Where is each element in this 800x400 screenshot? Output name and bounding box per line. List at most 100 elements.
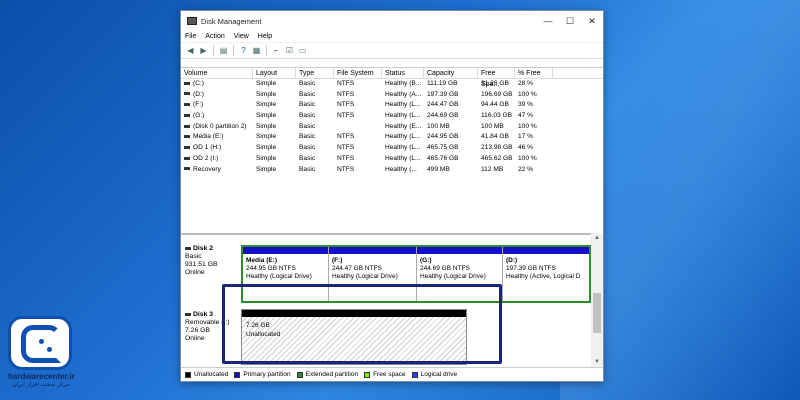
disk2-info[interactable]: Disk 2 Basic 931.51 GB Online xyxy=(185,245,237,277)
cell-percent-free: 22 % xyxy=(518,165,534,173)
cell-file-system xyxy=(334,122,382,133)
scroll-up-arrow-icon[interactable]: ▲ xyxy=(591,233,603,243)
cell-type: Basic xyxy=(299,165,316,173)
table-row[interactable]: Media (E:) Simple Basic NTFS Healthy (L... 24… xyxy=(181,132,603,143)
legend-swatch xyxy=(296,371,303,378)
cell-free-space: 465.62 GB xyxy=(481,154,513,162)
maximize-button[interactable]: ☐ xyxy=(559,11,581,31)
cell-file-system: NTFS xyxy=(337,133,355,141)
window-title: Disk Management xyxy=(201,16,262,26)
cell-percent-free: 46 % xyxy=(518,144,534,152)
cell-status: Healthy (A... xyxy=(385,90,422,98)
legend-swatch xyxy=(234,371,241,378)
disk3-name: Disk 3 xyxy=(193,311,214,318)
cell-status: Healthy (E... xyxy=(385,122,422,130)
cell-type: Basic xyxy=(299,112,316,120)
volume-icon xyxy=(184,92,190,96)
cell-capacity: 244.95 GB xyxy=(427,133,459,141)
cell-percent-free: 28 % xyxy=(518,80,534,87)
cell-layout: Simple xyxy=(256,154,277,162)
cell-percent-free: 100 % xyxy=(518,90,537,98)
cell-status: Healthy (L... xyxy=(385,144,421,152)
disk2-name: Disk 2 xyxy=(193,245,214,252)
cell-file-system: NTFS xyxy=(337,90,355,98)
hardwarecenter-logo xyxy=(8,316,72,370)
cell-layout: Simple xyxy=(256,165,277,173)
back-arrow-icon[interactable]: ◀ xyxy=(185,45,196,56)
properties-icon[interactable]: ▦ xyxy=(251,45,262,56)
cell-volume: (F:) xyxy=(181,100,253,111)
table-row[interactable]: (F:) Simple Basic NTFS Healthy (L... 244.47 G… xyxy=(181,100,603,111)
volume-name: OD 2 (I:) xyxy=(193,154,219,162)
disk2-size: 931.51 GB xyxy=(185,261,218,268)
cell-capacity: 499 MB xyxy=(427,165,450,173)
menu-file[interactable]: File xyxy=(185,33,196,40)
close-button[interactable]: ✕ xyxy=(581,11,603,31)
partition-status: Healthy (Logical Drive) xyxy=(246,273,312,280)
cell-volume: OD 2 (I:) xyxy=(181,154,253,165)
connect-icon[interactable]: ⌐ xyxy=(271,45,282,56)
checklist-icon[interactable]: ☑ xyxy=(284,45,295,56)
partition-d[interactable]: (D:) 197.39 GB NTFS Healthy (Active, Log… xyxy=(503,247,589,301)
disk2-type: Basic xyxy=(185,253,202,260)
cell-layout: Simple xyxy=(256,80,277,87)
legend-logical-drive: Logical drive xyxy=(411,371,457,378)
legend-swatch xyxy=(411,371,418,378)
col-type[interactable]: Type xyxy=(296,68,334,78)
menu-help[interactable]: Help xyxy=(258,33,272,40)
table-row[interactable]: (D:) Simple Basic NTFS Healthy (A... 197.39 G… xyxy=(181,90,603,101)
view-icon[interactable]: ▭ xyxy=(297,45,308,56)
col-status[interactable]: Status xyxy=(382,68,424,78)
partition-name: (G:) xyxy=(420,257,432,264)
col-layout[interactable]: Layout xyxy=(253,68,296,78)
cell-free-space: 94.44 GB xyxy=(481,101,509,109)
partition-size: 197.39 GB NTFS xyxy=(506,265,556,272)
col-capacity[interactable]: Capacity xyxy=(424,68,478,78)
logical-drive-bar xyxy=(503,247,589,254)
col-percent-free[interactable]: % Free xyxy=(515,68,553,78)
cell-file-system: NTFS xyxy=(337,112,355,120)
col-volume[interactable]: Volume xyxy=(181,68,253,78)
table-row[interactable]: OD 2 (I:) Simple Basic NTFS Healthy (L... 465… xyxy=(181,154,603,165)
partition-size: 244.69 GB NTFS xyxy=(420,265,470,272)
cell-status: Healthy (B... xyxy=(385,80,422,87)
cell-status: Healthy (L... xyxy=(385,154,421,162)
minimize-button[interactable]: — xyxy=(537,11,559,31)
cell-capacity: 100 MB xyxy=(427,122,450,130)
cell-type: Basic xyxy=(299,133,316,141)
table-row[interactable]: (G:) Simple Basic NTFS Healthy (L... 244.69 G… xyxy=(181,111,603,122)
volume-name: (Disk 0 partition 2) xyxy=(193,122,247,130)
cell-free-space: 41.84 GB xyxy=(481,133,509,141)
scroll-thumb[interactable] xyxy=(593,293,601,333)
volume-name: (C:) xyxy=(193,80,204,87)
col-file-system[interactable]: File System xyxy=(334,68,382,78)
title-bar[interactable]: Disk Management — ☐ ✕ xyxy=(181,11,603,31)
cell-percent-free: 39 % xyxy=(518,101,534,109)
legend-extended-partition: Extended partition xyxy=(296,371,358,378)
cell-percent-free: 100 % xyxy=(518,122,537,130)
volume-icon xyxy=(184,167,190,171)
toolbar-separator xyxy=(233,45,234,56)
table-row[interactable]: (C:) Simple Basic NTFS Healthy (B... 111.19 G… xyxy=(181,79,603,90)
table-row[interactable]: OD 1 (H:) Simple Basic NTFS Healthy (L... 465… xyxy=(181,143,603,154)
cell-free-space: 31.26 GB xyxy=(481,80,509,87)
logo-shape xyxy=(21,325,61,363)
menu-action[interactable]: Action xyxy=(205,33,224,40)
console-tree-icon[interactable]: ▤ xyxy=(218,45,229,56)
forward-arrow-icon[interactable]: ▶ xyxy=(198,45,209,56)
table-row[interactable]: (Disk 0 partition 2) Simple Basic Healthy (… xyxy=(181,122,603,133)
brand-tagline: مرکز سخت افزار ایران xyxy=(12,382,70,388)
cell-file-system: NTFS xyxy=(337,101,355,109)
menu-view[interactable]: View xyxy=(234,33,249,40)
vertical-scrollbar[interactable]: ▲ ▼ xyxy=(591,233,603,367)
table-row[interactable]: Recovery Simple Basic NTFS Healthy (... 499 M… xyxy=(181,165,603,176)
logical-drive-bar xyxy=(243,247,328,254)
col-free-space[interactable]: Free Spa... xyxy=(478,68,515,88)
cell-file-system: NTFS xyxy=(337,154,355,162)
cell-capacity: 465.75 GB xyxy=(427,144,459,152)
scroll-down-arrow-icon[interactable]: ▼ xyxy=(591,357,603,367)
volume-icon xyxy=(184,156,190,160)
help-icon[interactable]: ? xyxy=(238,45,249,56)
volume-list: Volume Layout Type File System Status Ca… xyxy=(181,67,603,235)
logo-dot xyxy=(47,347,52,352)
